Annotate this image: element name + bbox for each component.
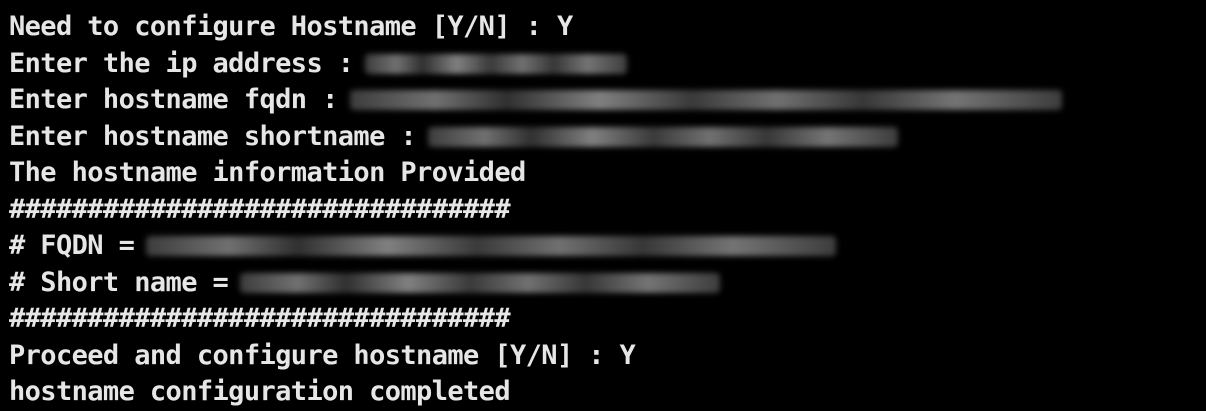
redacted-shortname-summary bbox=[240, 272, 721, 293]
hash-divider-top: ################################ bbox=[9, 193, 511, 225]
info-provided-heading: The hostname information Provided bbox=[9, 157, 526, 188]
redacted-ip-address bbox=[365, 53, 628, 74]
terminal-line: ################################ bbox=[9, 301, 1206, 338]
terminal-line: The hostname information Provided bbox=[9, 155, 1206, 192]
terminal-line: Enter hostname fqdn : bbox=[9, 82, 1206, 119]
terminal-line: # FQDN = bbox=[9, 228, 1206, 265]
terminal-line: hostname configuration completed bbox=[9, 374, 1206, 411]
redacted-fqdn bbox=[349, 90, 1062, 111]
terminal-line: Enter hostname shortname : bbox=[9, 119, 1206, 156]
terminal-line: # Short name = bbox=[9, 265, 1206, 302]
completion-message: hostname configuration completed bbox=[9, 376, 511, 407]
redacted-fqdn-summary bbox=[146, 236, 837, 257]
terminal-line: Need to configure Hostname [Y/N] : Y bbox=[9, 9, 1206, 46]
fqdn-prompt: Enter hostname fqdn : bbox=[9, 84, 338, 115]
terminal-line: ################################ bbox=[9, 192, 1206, 229]
proceed-prompt: Proceed and configure hostname [Y/N] : Y bbox=[9, 339, 636, 371]
terminal-line: Enter the ip address : bbox=[9, 46, 1206, 83]
hostname-config-prompt: Need to configure Hostname [Y/N] : Y bbox=[9, 11, 573, 42]
ip-address-prompt: Enter the ip address : bbox=[9, 47, 354, 79]
terminal-line: Proceed and configure hostname [Y/N] : Y bbox=[9, 338, 1206, 375]
terminal-window[interactable]: Need to configure Hostname [Y/N] : Y Ent… bbox=[0, 0, 1206, 411]
shortname-summary-label: # Short name = bbox=[9, 266, 229, 298]
fqdn-summary-label: # FQDN = bbox=[9, 230, 135, 261]
hash-divider-bottom: ################################ bbox=[9, 303, 511, 334]
redacted-shortname bbox=[428, 126, 899, 147]
shortname-prompt: Enter hostname shortname : bbox=[9, 120, 417, 152]
